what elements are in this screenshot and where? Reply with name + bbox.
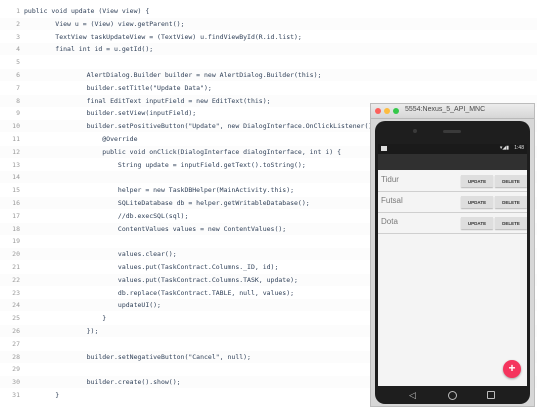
line-number: 24 <box>12 301 20 310</box>
code-text: String update = inputField.getText().toS… <box>24 160 306 169</box>
code-line: 7 builder.setTitle("Update Data"); <box>0 81 537 94</box>
status-bar: ▾◢▮ 1:48 <box>378 144 527 154</box>
code-text: ContentValues values = new ContentValues… <box>24 224 287 233</box>
code-text: final EditText inputField = new EditText… <box>24 96 271 105</box>
code-text: db.replace(TaskContract.TABLE, null, val… <box>24 288 295 297</box>
app-screen: ▾◢▮ 1:48 Tidur UPDATE DELETE Futsal UPDA… <box>378 144 527 386</box>
line-number: 6 <box>16 71 20 79</box>
line-number: 4 <box>16 45 20 54</box>
line-number: 11 <box>12 135 20 143</box>
line-number: 29 <box>12 365 20 374</box>
line-number: 10 <box>12 122 20 131</box>
code-text: final int id = u.getId(); <box>24 45 154 54</box>
code-text: View u = (View) view.getParent(); <box>24 19 185 28</box>
line-number: 20 <box>12 250 20 259</box>
code-text: AlertDialog.Builder builder = new AlertD… <box>24 71 322 79</box>
minimize-window-button[interactable] <box>384 108 390 114</box>
code-text: }); <box>24 327 99 335</box>
line-number: 19 <box>12 237 20 246</box>
line-number: 22 <box>12 275 20 284</box>
back-icon[interactable]: ◁ <box>409 391 416 400</box>
line-number: 5 <box>16 58 20 67</box>
line-number: 13 <box>12 160 20 169</box>
code-text: builder.setPositiveButton("Update", new … <box>24 122 381 131</box>
update-button[interactable]: UPDATE <box>461 175 493 187</box>
code-text: builder.create().show(); <box>24 378 181 387</box>
code-text: SQLiteDatabase db = helper.getWritableDa… <box>24 199 310 207</box>
line-number: 8 <box>16 96 20 105</box>
task-row: Dota UPDATE DELETE <box>378 213 527 234</box>
emulator-title: 5554:Nexus_5_API_MNC <box>405 106 486 113</box>
zoom-window-button[interactable] <box>393 108 399 114</box>
line-number: 30 <box>12 378 20 387</box>
task-name: Dota <box>381 217 398 226</box>
task-row: Tidur UPDATE DELETE <box>378 171 527 192</box>
phone-frame: ▾◢▮ 1:48 Tidur UPDATE DELETE Futsal UPDA… <box>375 121 530 404</box>
line-number: 21 <box>12 263 20 271</box>
line-number: 12 <box>12 147 20 156</box>
line-number: 18 <box>12 224 20 233</box>
code-text: builder.setView(inputField); <box>24 109 197 118</box>
code-text: @Override <box>24 135 138 143</box>
code-text: values.put(TaskContract.Columns.TASK, up… <box>24 275 298 284</box>
code-line: 3 TextView taskUpdateView = (TextView) u… <box>0 30 537 43</box>
home-icon[interactable] <box>448 391 457 400</box>
delete-button[interactable]: DELETE <box>495 217 527 229</box>
task-row: Futsal UPDATE DELETE <box>378 192 527 213</box>
line-number: 1 <box>16 7 20 15</box>
code-text: public void onClick(DialogInterface dial… <box>24 147 341 156</box>
line-number: 3 <box>16 32 20 41</box>
task-name: Futsal <box>381 196 403 205</box>
line-number: 25 <box>12 314 20 323</box>
code-line: 2 View u = (View) view.getParent(); <box>0 17 537 30</box>
code-text: } <box>24 391 60 399</box>
line-number: 15 <box>12 186 20 195</box>
camera-icon <box>413 129 417 133</box>
code-text: //db.execSQL(sql); <box>24 211 189 220</box>
line-number: 26 <box>12 327 20 335</box>
code-text: helper = new TaskDBHelper(MainActivity.t… <box>24 186 295 195</box>
add-task-fab[interactable]: + <box>503 360 521 378</box>
notification-icon <box>381 146 387 151</box>
line-number: 27 <box>12 339 20 348</box>
status-time: 1:48 <box>514 145 524 151</box>
speaker-grille <box>443 130 461 133</box>
code-text: builder.setNegativeButton("Cancel", null… <box>24 352 251 361</box>
line-number: 17 <box>12 211 20 220</box>
line-number: 9 <box>16 109 20 118</box>
line-number: 7 <box>16 83 20 92</box>
navigation-bar: ◁ <box>375 386 530 404</box>
code-text: values.clear(); <box>24 250 177 259</box>
update-button[interactable]: UPDATE <box>461 196 493 208</box>
emulator-window: 5554:Nexus_5_API_MNC ▾◢▮ 1:48 Tidur UPDA… <box>370 103 535 407</box>
code-line: 4 final int id = u.getId(); <box>0 43 537 56</box>
delete-button[interactable]: DELETE <box>495 196 527 208</box>
code-text: builder.setTitle("Update Data"); <box>24 83 212 92</box>
code-text: public void update (View view) { <box>24 7 150 15</box>
delete-button[interactable]: DELETE <box>495 175 527 187</box>
code-line: 1 public void update (View view) { <box>0 5 537 17</box>
line-number: 2 <box>16 19 20 28</box>
close-window-button[interactable] <box>375 108 381 114</box>
code-text: values.put(TaskContract.Columns._ID, id)… <box>24 263 279 271</box>
code-text: } <box>24 314 107 323</box>
recent-apps-icon[interactable] <box>487 391 495 399</box>
signal-battery-icon: ▾◢▮ <box>499 145 509 151</box>
emulator-titlebar: 5554:Nexus_5_API_MNC <box>371 104 534 119</box>
task-name: Tidur <box>381 175 399 184</box>
code-text: TextView taskUpdateView = (TextView) u.f… <box>24 32 302 41</box>
app-bar <box>378 154 527 170</box>
update-button[interactable]: UPDATE <box>461 217 493 229</box>
code-line: 5 <box>0 56 537 69</box>
line-number: 23 <box>12 288 20 297</box>
line-number: 28 <box>12 352 20 361</box>
line-number: 14 <box>12 173 20 182</box>
code-line: 6 AlertDialog.Builder builder = new Aler… <box>0 69 537 81</box>
code-text: updateUI(); <box>24 301 161 310</box>
line-number: 31 <box>12 391 20 399</box>
line-number: 16 <box>12 199 20 207</box>
